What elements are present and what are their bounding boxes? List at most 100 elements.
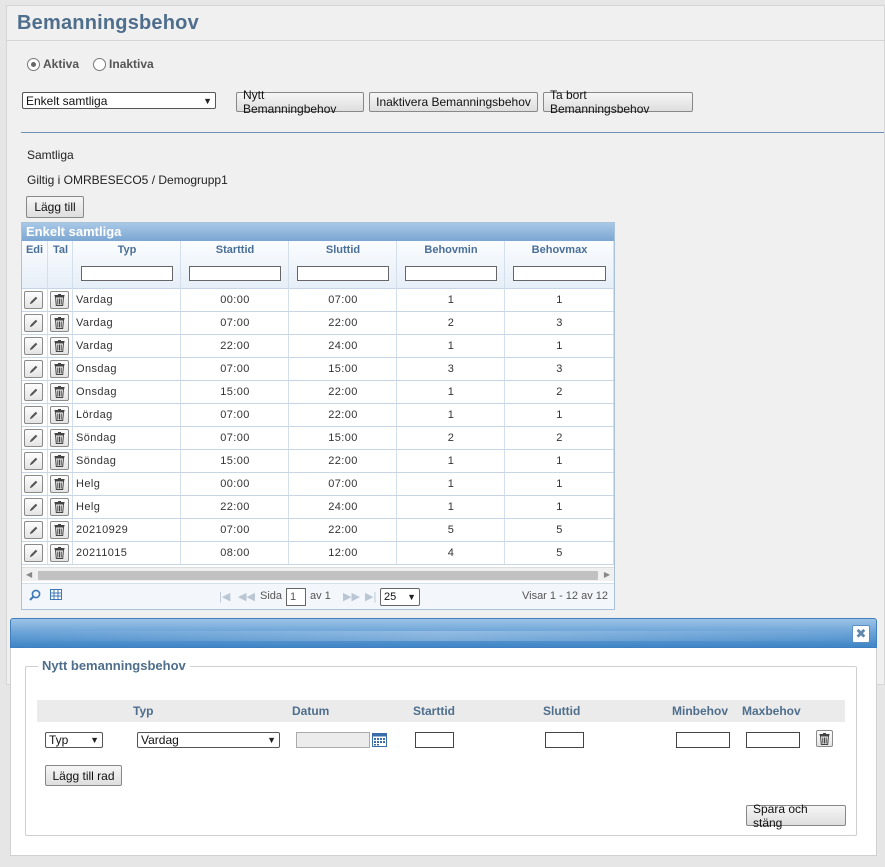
trash-icon[interactable] (50, 544, 69, 562)
table-icon[interactable] (50, 589, 62, 603)
cell-max-need: 3 (506, 358, 614, 380)
filter-input-end-time[interactable] (297, 266, 389, 281)
cell-start-time: 22:00 (182, 496, 289, 518)
edit-icon[interactable] (24, 429, 43, 447)
trash-icon[interactable] (50, 406, 69, 424)
radio-active[interactable]: Aktiva (27, 57, 79, 71)
column-header-label: Typ (117, 244, 137, 256)
staffing-select[interactable]: Enkelt samtliga ▼ (22, 92, 216, 109)
kind-chevron-down-icon: ▼ (90, 735, 99, 745)
day-type-chevron-down-icon: ▼ (267, 735, 276, 745)
table-row[interactable]: Vardag 22:00 24:00 1 1 (22, 335, 614, 358)
save-and-close-button[interactable]: Spara och stäng (746, 802, 846, 830)
deactivate-staffing-button[interactable]: Inaktivera Bemanningsbehov (369, 92, 538, 112)
cell-min-need: 1 (398, 496, 505, 518)
table-row[interactable]: Onsdag 07:00 15:00 3 3 (22, 358, 614, 381)
edit-icon[interactable] (24, 475, 43, 493)
new-staffing-button[interactable]: Nytt Bemanningbehov (236, 88, 364, 116)
edit-icon[interactable] (24, 498, 43, 516)
new-staffing-dialog: Nytt bemanningsbehov Typ Datum Starttid … (10, 648, 877, 856)
last-page-icon[interactable]: ▶| (365, 590, 376, 603)
dialog-titlebar[interactable]: ✖ (10, 618, 877, 648)
validity-label: Giltig i OMRBESECO5 / Demogrupp1 (27, 173, 228, 187)
prev-page-icon[interactable]: ◀◀ (238, 590, 255, 603)
column-header-delete[interactable]: Tal (49, 241, 73, 289)
table-row[interactable]: 20210929 07:00 22:00 5 5 (22, 519, 614, 542)
trash-icon[interactable] (50, 291, 69, 309)
cell-end-time: 15:00 (290, 427, 397, 449)
column-header-start-time[interactable]: Starttid (182, 241, 289, 289)
delete-row-button[interactable] (816, 730, 833, 747)
edit-icon[interactable] (24, 383, 43, 401)
radio-inactive[interactable]: Inaktiva (93, 57, 154, 71)
table-row[interactable]: Vardag 07:00 22:00 2 3 (22, 312, 614, 335)
trash-icon[interactable] (50, 498, 69, 516)
table-row[interactable]: 20211015 08:00 12:00 4 5 (22, 542, 614, 565)
scrollbar-thumb[interactable] (38, 571, 598, 580)
filter-input-max-need[interactable] (513, 266, 606, 281)
filter-input-start-time[interactable] (189, 266, 281, 281)
trash-icon[interactable] (50, 521, 69, 539)
cell-min-need: 1 (398, 473, 505, 495)
trash-icon[interactable] (50, 337, 69, 355)
table-row[interactable]: Helg 22:00 24:00 1 1 (22, 496, 614, 519)
cell-type: Helg (74, 473, 181, 495)
page-number-input[interactable]: 1 (286, 588, 306, 606)
radio-active-indicator[interactable] (27, 57, 40, 71)
edit-icon[interactable] (24, 452, 43, 470)
trash-icon[interactable] (50, 475, 69, 493)
day-type-select[interactable]: Vardag ▼ (137, 732, 280, 748)
calendar-icon[interactable] (372, 732, 387, 750)
page-size-select[interactable]: 25 ▼ (380, 588, 420, 606)
next-page-icon[interactable]: ▶▶ (343, 590, 360, 603)
column-header-max-need[interactable]: Behovmax (506, 241, 614, 289)
max-need-field[interactable] (746, 732, 800, 748)
cell-max-need: 1 (506, 335, 614, 357)
scroll-right-icon[interactable]: ▶ (604, 570, 610, 579)
min-need-field[interactable] (676, 732, 730, 748)
filter-input-type[interactable] (81, 266, 173, 281)
cell-type: Söndag (74, 427, 181, 449)
horizontal-scrollbar[interactable]: ◀ ▶ (22, 567, 614, 581)
table-row[interactable]: Söndag 15:00 22:00 1 1 (22, 450, 614, 473)
trash-icon[interactable] (50, 383, 69, 401)
cell-end-time: 15:00 (290, 358, 397, 380)
edit-icon[interactable] (24, 544, 43, 562)
edit-icon[interactable] (24, 337, 43, 355)
page-count-label: av 1 (310, 590, 331, 602)
edit-icon[interactable] (24, 406, 43, 424)
close-icon[interactable]: ✖ (852, 625, 870, 643)
cell-min-need: 1 (398, 381, 505, 403)
column-header-end-time[interactable]: Sluttid (290, 241, 397, 289)
date-field[interactable] (296, 732, 370, 748)
search-icon[interactable] (28, 588, 42, 605)
add-row-button[interactable]: Lägg till rad (45, 765, 122, 786)
delete-staffing-button[interactable]: Ta bort Bemanningsbehov (543, 88, 693, 116)
trash-icon[interactable] (50, 452, 69, 470)
trash-icon[interactable] (50, 360, 69, 378)
table-row[interactable]: Söndag 07:00 15:00 2 2 (22, 427, 614, 450)
trash-icon[interactable] (50, 314, 69, 332)
scroll-left-icon[interactable]: ◀ (26, 570, 32, 579)
column-header-type[interactable]: Typ (74, 241, 181, 289)
radio-inactive-indicator[interactable] (93, 57, 107, 71)
column-header-edit[interactable]: Edi (22, 241, 48, 289)
table-row[interactable]: Helg 00:00 07:00 1 1 (22, 473, 614, 496)
add-button[interactable]: Lägg till (26, 196, 84, 218)
trash-icon[interactable] (50, 429, 69, 447)
edit-icon[interactable] (24, 360, 43, 378)
start-time-field[interactable] (415, 732, 454, 748)
table-row[interactable]: Onsdag 15:00 22:00 1 2 (22, 381, 614, 404)
first-page-icon[interactable]: |◀ (219, 590, 230, 603)
edit-icon[interactable] (24, 314, 43, 332)
cell-delete (49, 312, 73, 334)
edit-icon[interactable] (24, 291, 43, 309)
filter-input-min-need[interactable] (405, 266, 497, 281)
column-header-min-need[interactable]: Behovmin (398, 241, 505, 289)
end-time-field[interactable] (545, 732, 584, 748)
table-row[interactable]: Lördag 07:00 22:00 1 1 (22, 404, 614, 427)
kind-select[interactable]: Typ ▼ (45, 732, 103, 748)
cell-min-need: 1 (398, 289, 505, 311)
table-row[interactable]: Vardag 00:00 07:00 1 1 (22, 289, 614, 312)
edit-icon[interactable] (24, 521, 43, 539)
